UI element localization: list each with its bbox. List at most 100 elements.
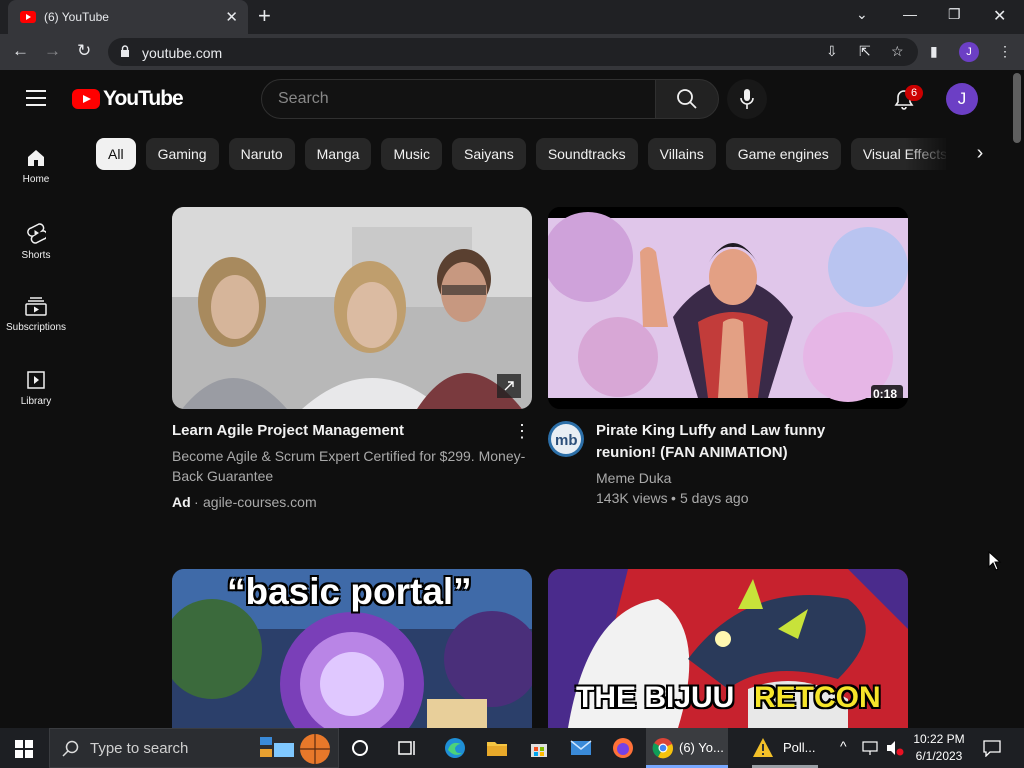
sidebar-item-label: Subscriptions <box>5 322 67 333</box>
forward-button[interactable]: → <box>44 41 61 61</box>
sidebar-item-library[interactable]: Library <box>0 370 72 440</box>
search-highlight-icon <box>260 734 330 764</box>
search-icon <box>62 740 79 757</box>
ad-thumbnail-image <box>172 207 532 409</box>
video-title[interactable]: Learn Agile Project Management <box>172 420 502 442</box>
microphone-icon <box>740 89 754 109</box>
show-hidden-icons-icon[interactable]: ^ <box>840 738 847 754</box>
voice-search-button[interactable] <box>727 79 767 119</box>
ad-domain[interactable]: agile-courses.com <box>203 494 317 510</box>
mail-icon[interactable] <box>569 736 593 760</box>
video-duration: 0:18 <box>873 387 898 401</box>
microsoft-store-icon[interactable] <box>527 736 551 760</box>
chip-all[interactable]: All <box>96 138 136 170</box>
account-avatar[interactable]: J <box>946 83 978 115</box>
browser-profile-avatar[interactable]: J <box>959 42 979 62</box>
taskbar-clock[interactable]: 10:22 PM 6/1/2023 <box>908 731 970 765</box>
chip-music[interactable]: Music <box>381 138 442 170</box>
video-thumbnail-luffy-law[interactable]: 0:18 <box>548 207 908 409</box>
install-app-icon[interactable]: ⇩ <box>826 43 838 60</box>
bookmark-star-icon[interactable]: ☆ <box>891 43 904 60</box>
thumbnail-overlay-text-accent: RETCON <box>754 681 881 714</box>
minimize-button[interactable]: — <box>903 6 917 22</box>
close-tab-icon[interactable]: ✕ <box>225 8 238 26</box>
sidebar-item-label: Library <box>20 396 52 407</box>
youtube-wordmark[interactable]: YouTube <box>103 87 184 111</box>
chip-fade <box>905 138 950 171</box>
new-tab-button[interactable]: + <box>258 3 271 29</box>
chip-saiyans[interactable]: Saiyans <box>452 138 526 170</box>
youtube-header: YouTube 6 J <box>0 70 1024 128</box>
chip-game-engines[interactable]: Game engines <box>725 138 841 170</box>
notification-count-badge: 6 <box>905 85 923 101</box>
notification-center-icon[interactable] <box>982 739 1002 757</box>
youtube-favicon-icon <box>20 11 36 23</box>
meta-separator: • <box>671 490 676 506</box>
taskbar-chrome-app[interactable]: (6) Yo... <box>646 728 728 768</box>
taskbar-poll-label: Poll... <box>783 740 816 755</box>
channel-avatar-icon[interactable]: mb <box>548 421 584 457</box>
lock-icon <box>121 45 129 57</box>
subscriptions-icon <box>25 297 47 316</box>
share-icon[interactable]: ⇱ <box>859 43 871 60</box>
url-text: youtube.com <box>142 45 223 61</box>
search-button[interactable] <box>655 79 719 119</box>
chrome-icon <box>652 738 673 759</box>
sidebar-item-home[interactable]: Home <box>0 148 72 218</box>
chip-gaming[interactable]: Gaming <box>145 138 219 170</box>
chip-naruto[interactable]: Naruto <box>228 138 295 170</box>
ad-description: Become Agile & Scrum Expert Certified fo… <box>172 448 526 484</box>
browser-tab[interactable]: (6) YouTube ✕ <box>8 0 248 34</box>
firefox-icon[interactable] <box>611 736 635 760</box>
poll-app-icon <box>753 738 773 757</box>
task-view-icon[interactable] <box>396 736 420 760</box>
taskbar-search-placeholder: Type to search <box>90 740 189 757</box>
volume-muted-icon[interactable] <box>885 740 905 756</box>
chevron-right-icon[interactable]: › <box>962 142 998 168</box>
video-thumbnail-bijuu-retcon[interactable]: THE BIJUU RETCON <box>548 569 908 728</box>
home-icon <box>28 150 44 166</box>
sidebar-item-subscriptions[interactable]: Subscriptions <box>0 296 72 366</box>
chip-manga[interactable]: Manga <box>304 138 372 170</box>
channel-name[interactable]: Meme Duka <box>596 468 671 488</box>
reload-button[interactable]: ↻ <box>77 41 91 61</box>
search-icon <box>677 89 697 109</box>
menu-icon[interactable] <box>26 90 46 106</box>
thumbnail-overlay-text: “basic portal” <box>227 571 472 612</box>
windows-start-icon[interactable] <box>15 740 33 758</box>
address-bar[interactable]: youtube.com <box>108 38 918 66</box>
page-scrollbar[interactable] <box>1010 70 1024 728</box>
browser-toolbar: ← → ↻ youtube.com ⇩ ⇱ ☆ ▮ J ⋮ <box>0 34 1024 70</box>
svg-text:mb: mb <box>555 432 578 449</box>
taskbar-poll-app[interactable]: Poll... <box>746 728 830 768</box>
edge-browser-icon[interactable] <box>443 736 467 760</box>
sidebar-item-shorts[interactable]: Shorts <box>0 222 72 292</box>
thumbnail-overlay-text: THE BIJUU <box>576 681 735 714</box>
video-thumbnail-ad[interactable] <box>172 207 532 409</box>
restore-button[interactable]: ❐ <box>948 6 961 23</box>
back-button[interactable]: ← <box>12 41 29 61</box>
tab-search-icon[interactable]: ⌄ <box>856 6 868 23</box>
browser-tab-strip: (6) YouTube ✕ + ⌄ — ❐ ✕ <box>0 0 1024 34</box>
side-panel-icon[interactable]: ▮ <box>930 43 938 60</box>
shorts-icon <box>27 223 46 244</box>
library-icon <box>27 371 45 389</box>
youtube-logo-icon[interactable] <box>72 89 100 109</box>
cortana-icon[interactable] <box>348 736 372 760</box>
scrollbar-thumb[interactable] <box>1013 73 1021 143</box>
sidebar-item-label: Shorts <box>21 250 51 261</box>
search-box[interactable] <box>261 79 656 119</box>
more-options-icon[interactable]: ⋮ <box>513 421 531 442</box>
browser-menu-icon[interactable]: ⋮ <box>998 43 1012 60</box>
file-explorer-icon[interactable] <box>485 736 509 760</box>
search-input[interactable] <box>262 80 655 118</box>
network-icon[interactable] <box>862 740 880 756</box>
upload-age: 5 days ago <box>680 490 749 506</box>
close-window-button[interactable]: ✕ <box>993 6 1006 26</box>
clock-time: 10:22 PM <box>913 732 965 746</box>
taskbar-search-box[interactable]: Type to search <box>49 728 339 768</box>
chip-villains[interactable]: Villains <box>647 138 716 170</box>
chip-soundtracks[interactable]: Soundtracks <box>535 138 638 170</box>
video-title[interactable]: Pirate King Luffy and Law funny reunion!… <box>596 420 856 464</box>
video-thumbnail-basic-portal[interactable]: “basic portal” <box>172 569 532 728</box>
